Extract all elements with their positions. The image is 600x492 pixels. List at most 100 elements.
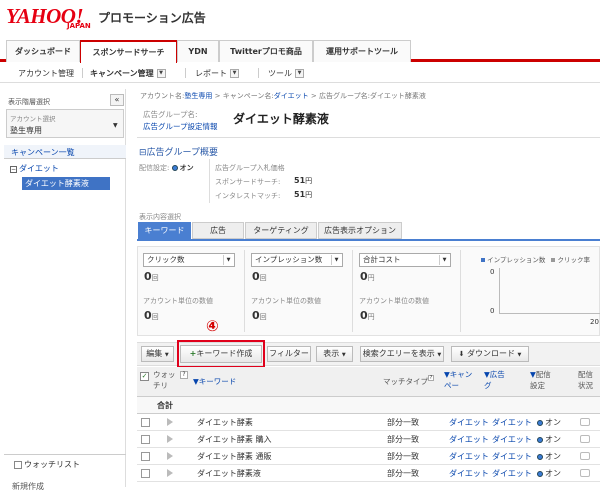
flag-icon[interactable]: [167, 418, 173, 426]
edit-button[interactable]: 編集 ▼: [141, 346, 174, 362]
breadcrumb-separator: >: [310, 92, 317, 100]
summary-header[interactable]: ⊟広告グループ概要: [139, 145, 218, 158]
campaign-list-link[interactable]: キャンペーン一覧: [11, 147, 75, 158]
subnav-report[interactable]: レポート ▼: [195, 68, 239, 79]
table-row[interactable]: ダイエット酵素 部分一致 ダイエット ダイエット オン: [137, 414, 600, 431]
flag-icon[interactable]: [167, 435, 173, 443]
metric-avg-2: 0回: [252, 309, 267, 322]
chevron-down-icon: ▼: [517, 352, 522, 358]
filter-button[interactable]: フィルター: [267, 346, 311, 362]
metric-avg-3-number: 0: [360, 309, 368, 322]
radio-on-icon[interactable]: [537, 470, 543, 477]
divider: [209, 159, 210, 203]
row-checkbox[interactable]: [141, 452, 150, 461]
row-campaign[interactable]: ダイエット: [449, 414, 489, 431]
col-keyword[interactable]: ▼キーワード: [193, 376, 236, 387]
flag-icon[interactable]: [167, 452, 173, 460]
row-delivery-label: オン: [545, 435, 561, 444]
row-campaign[interactable]: ダイエット: [449, 465, 489, 482]
help-icon[interactable]: ?: [180, 371, 188, 379]
col-adgroup[interactable]: ▼広告グ: [484, 369, 510, 391]
table-row[interactable]: ダイエット酵素 通販 部分一致 ダイエット ダイエット オン: [137, 448, 600, 465]
row-delivery[interactable]: オン: [537, 431, 561, 448]
col-status[interactable]: 配信状況: [578, 369, 598, 391]
radio-on-icon[interactable]: [171, 165, 178, 171]
metric-avg-3-unit: 円: [367, 313, 375, 321]
view-tab-ads[interactable]: 広告: [192, 222, 244, 239]
collapse-sidebar-button[interactable]: «: [110, 94, 124, 106]
metric-select-2[interactable]: インプレッション数 ▼: [251, 253, 343, 267]
row-adgroup[interactable]: ダイエット: [492, 465, 532, 482]
col-campaign[interactable]: ▼キャンペー: [444, 369, 474, 391]
tab-support-tools[interactable]: 運用サポートツール: [313, 40, 411, 62]
chevron-down-icon[interactable]: ▼: [295, 69, 304, 78]
account-selector[interactable]: アカウント選択 塾生専用 ▼: [6, 109, 124, 138]
metric-select-3[interactable]: 合計コスト ▼: [359, 253, 451, 267]
view-tab-targeting[interactable]: ターゲティング: [245, 222, 317, 239]
sponsored-bid-label: スポンサードサーチ:: [215, 178, 281, 186]
radio-on-icon[interactable]: [537, 419, 543, 426]
row-checkbox[interactable]: [141, 418, 150, 427]
sidebar-adgroup-selected[interactable]: ダイエット酵素液: [22, 177, 110, 190]
subnav-campaign[interactable]: キャンペーン管理 ▼: [90, 68, 166, 79]
row-match: 部分一致: [387, 469, 419, 478]
comment-icon[interactable]: [580, 418, 590, 426]
radio-on-icon[interactable]: [537, 453, 543, 460]
watchlist-checkbox[interactable]: [14, 460, 22, 469]
help-icon[interactable]: ?: [428, 375, 434, 381]
tab-ydn[interactable]: YDN: [177, 40, 219, 62]
metric-select-1[interactable]: クリック数 ▼: [143, 253, 235, 267]
chart-legend: インプレッション数 クリック率: [481, 254, 590, 264]
radio-on-icon[interactable]: [537, 436, 543, 443]
chevron-down-icon: ▼: [439, 255, 449, 265]
col-watchlist[interactable]: ウォッチリ: [153, 369, 177, 391]
table-row[interactable]: ダイエット酵素 購入 部分一致 ダイエット ダイエット オン: [137, 431, 600, 448]
flag-icon[interactable]: [167, 469, 173, 477]
tab-twitter[interactable]: Twitterプロモ商品: [219, 40, 313, 62]
sidebar-campaign[interactable]: − ダイエット: [10, 163, 59, 174]
download-button[interactable]: ⬇ ダウンロード ▼: [451, 346, 529, 362]
sidebar-campaign-label[interactable]: ダイエット: [19, 164, 59, 173]
collapse-tree-icon[interactable]: −: [10, 166, 17, 173]
collapse-icon[interactable]: ⊟: [139, 148, 147, 158]
campaign-list-header[interactable]: キャンペーン一覧: [4, 145, 126, 159]
comment-icon[interactable]: [580, 469, 590, 477]
row-campaign[interactable]: ダイエット: [449, 448, 489, 465]
search-query-button[interactable]: 検索クエリーを表示 ▼: [360, 346, 444, 362]
subnav-account[interactable]: アカウント管理: [18, 68, 74, 79]
view-tab-ad-options[interactable]: 広告表示オプション: [318, 222, 402, 239]
row-delivery[interactable]: オン: [537, 448, 561, 465]
view-tab-keyword[interactable]: キーワード: [138, 222, 191, 239]
col-match-type[interactable]: マッチタイプ: [383, 376, 428, 387]
row-checkbox[interactable]: [141, 469, 150, 478]
legend-ctr: クリック率: [557, 256, 591, 264]
tab-sponsored-search[interactable]: スポンサードサーチ: [80, 40, 177, 63]
breadcrumb-campaign[interactable]: ダイエット: [274, 92, 309, 100]
chevron-down-icon[interactable]: ▼: [230, 69, 239, 78]
subnav-campaign-label: キャンペーン管理: [90, 69, 154, 78]
metric-avg-2-number: 0: [252, 309, 260, 322]
subnav-tools[interactable]: ツール ▼: [268, 68, 304, 79]
row-delivery[interactable]: オン: [537, 465, 561, 482]
watchlist-link[interactable]: ウォッチリスト: [14, 459, 80, 470]
select-all-checkbox[interactable]: ✓: [140, 372, 149, 381]
table-row[interactable]: ダイエット酵素液 部分一致 ダイエット ダイエット オン: [137, 465, 600, 482]
comment-icon[interactable]: [580, 452, 590, 460]
divider: [460, 250, 461, 332]
row-adgroup[interactable]: ダイエット: [492, 414, 532, 431]
tab-dashboard[interactable]: ダッシュボード: [6, 40, 80, 62]
row-checkbox[interactable]: [141, 435, 150, 444]
create-keyword-button[interactable]: +キーワード作成: [180, 345, 262, 363]
col-delivery[interactable]: ▼配信設定: [530, 369, 554, 391]
comment-icon[interactable]: [580, 435, 590, 443]
divider: [137, 137, 600, 138]
row-campaign[interactable]: ダイエット: [449, 431, 489, 448]
row-adgroup[interactable]: ダイエット: [492, 431, 532, 448]
display-button[interactable]: 表示 ▼: [316, 346, 353, 362]
chevron-down-icon[interactable]: ▼: [156, 69, 166, 78]
row-delivery[interactable]: オン: [537, 414, 561, 431]
row-adgroup[interactable]: ダイエット: [492, 448, 532, 465]
adgroup-settings-link[interactable]: 広告グループ設定情報: [143, 121, 218, 132]
step-marker: ④: [206, 317, 219, 335]
breadcrumb-account[interactable]: 塾生専用: [184, 92, 212, 100]
